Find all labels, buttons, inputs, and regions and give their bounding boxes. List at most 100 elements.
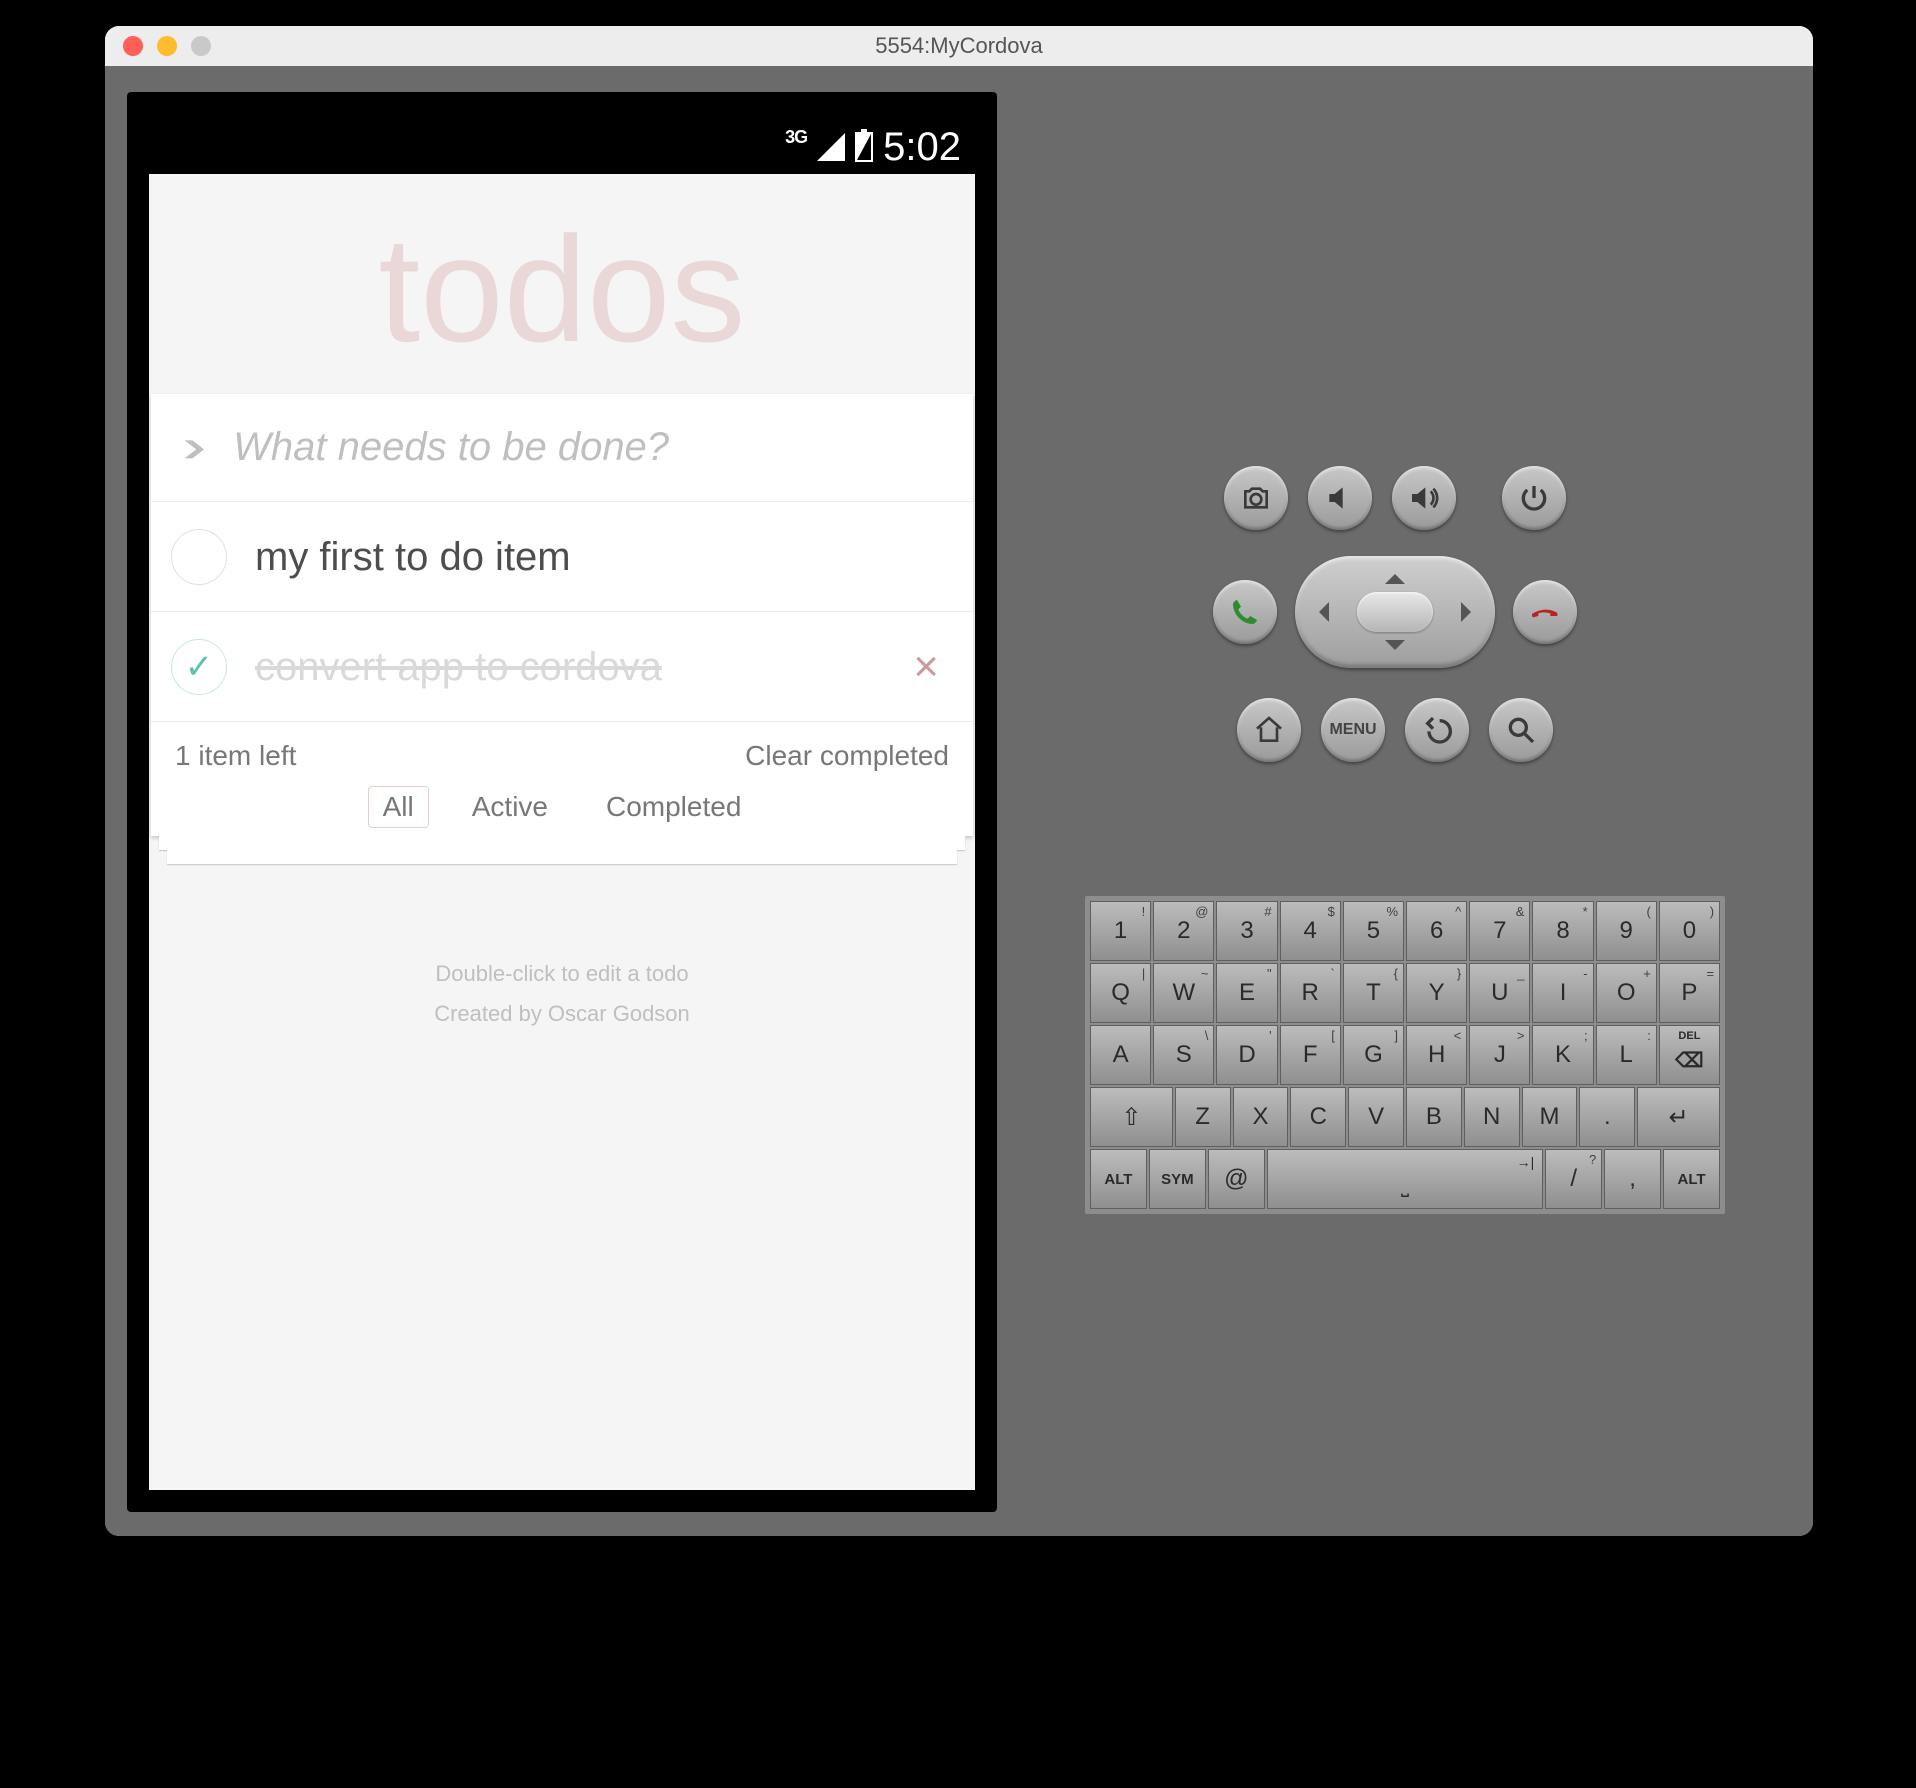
key-ALT[interactable]: ALT [1090,1149,1147,1209]
todos-app: todos ❯ What needs to be done? my first … [149,174,975,1490]
key-P[interactable]: P= [1659,963,1720,1023]
battery-icon [855,132,873,162]
key-2[interactable]: 2@ [1153,901,1214,961]
key-A[interactable]: A [1090,1025,1151,1085]
dpad-right[interactable] [1461,602,1481,622]
key-D[interactable]: D' [1216,1025,1277,1085]
dpad-center[interactable] [1357,592,1433,632]
key-M[interactable]: M [1522,1087,1578,1147]
key-Y[interactable]: Y} [1406,963,1467,1023]
key-7[interactable]: 7& [1469,901,1530,961]
android-status-bar: 3G 5:02 [149,120,975,174]
device-frame: 3G 5:02 todos ❯ What needs to be done? m… [127,92,997,1512]
dpad [1295,556,1495,668]
dpad-left[interactable] [1309,602,1329,622]
key-DEL[interactable]: DEL⌫ [1659,1025,1720,1085]
info-line-2: Created by Oscar Godson [149,994,975,1034]
key-4[interactable]: 4$ [1280,901,1341,961]
end-call-button[interactable] [1513,580,1577,644]
key-N[interactable]: N [1464,1087,1520,1147]
volume-up-button[interactable] [1392,466,1456,530]
key-F[interactable]: F[ [1280,1025,1341,1085]
key-C[interactable]: C [1290,1087,1346,1147]
todo-footer: 1 item left Clear completed All Active C… [151,722,973,836]
info-line-1: Double-click to edit a todo [149,954,975,994]
key-O[interactable]: O+ [1596,963,1657,1023]
todo-toggle[interactable]: ✓ [171,639,227,695]
network-indicator: 3G [785,127,807,148]
emulator-window: 5554:MyCordova 3G 5:02 todos ❯ What need… [105,26,1813,1536]
key-U[interactable]: U_ [1469,963,1530,1023]
key-/[interactable]: /? [1545,1149,1602,1209]
volume-down-button[interactable] [1308,466,1372,530]
delete-todo-button[interactable]: × [899,645,953,689]
signal-icon [817,133,845,161]
hardware-controls: MENU [1135,466,1655,788]
key-⇧[interactable]: ⇧ [1090,1087,1173,1147]
home-button[interactable] [1237,698,1301,762]
key-ALT[interactable]: ALT [1663,1149,1720,1209]
key-6[interactable]: 6^ [1406,901,1467,961]
back-button[interactable] [1405,698,1469,762]
emulator-body: 3G 5:02 todos ❯ What needs to be done? m… [105,66,1813,1536]
key-R[interactable]: R` [1280,963,1341,1023]
status-clock: 5:02 [883,125,961,170]
key-T[interactable]: T{ [1343,963,1404,1023]
dpad-up[interactable] [1385,564,1405,584]
key-@[interactable]: @ [1208,1149,1265,1209]
card-stack-decoration [167,850,957,864]
key-W[interactable]: W~ [1153,963,1214,1023]
key-X[interactable]: X [1233,1087,1289,1147]
items-left-count: 1 item left [175,740,745,772]
key-E[interactable]: E" [1216,963,1277,1023]
key-H[interactable]: H< [1406,1025,1467,1085]
new-todo-row: ❯ What needs to be done? [151,394,973,502]
todo-toggle[interactable] [171,529,227,585]
key-Q[interactable]: Q| [1090,963,1151,1023]
filter-completed[interactable]: Completed [591,786,756,828]
todo-item: my first to do item [151,502,973,612]
key-J[interactable]: J> [1469,1025,1530,1085]
key-.[interactable]: . [1579,1087,1635,1147]
key-I[interactable]: I- [1532,963,1593,1023]
key-0[interactable]: 0) [1659,901,1720,961]
key-space[interactable]: →|⎵ [1267,1149,1544,1209]
key-9[interactable]: 9( [1596,901,1657,961]
filter-all[interactable]: All [368,786,429,828]
hardware-keyboard: 1!2@3#4$5%6^7&8*9(0) Q|W~E"R`T{Y}U_I-O+P=… [1085,896,1725,1214]
key-↵[interactable]: ↵ [1637,1087,1720,1147]
app-info: Double-click to edit a todo Created by O… [149,954,975,1033]
power-button[interactable] [1502,466,1566,530]
search-button[interactable] [1489,698,1553,762]
dpad-down[interactable] [1385,640,1405,660]
todo-card: ❯ What needs to be done? my first to do … [151,394,973,836]
clear-completed-button[interactable]: Clear completed [745,740,949,772]
filter-active[interactable]: Active [457,786,563,828]
key-Z[interactable]: Z [1175,1087,1231,1147]
filter-bar: All Active Completed [175,786,949,828]
camera-button[interactable] [1224,466,1288,530]
key-G[interactable]: G] [1343,1025,1404,1085]
key-B[interactable]: B [1406,1087,1462,1147]
todo-label[interactable]: my first to do item [255,532,953,582]
key-,[interactable]: , [1604,1149,1661,1209]
key-K[interactable]: K; [1532,1025,1593,1085]
todo-label[interactable]: convert app to cordova [255,642,899,692]
key-S[interactable]: S\ [1153,1025,1214,1085]
window-title: 5554:MyCordova [105,33,1813,59]
card-stack-decoration [159,836,965,850]
key-5[interactable]: 5% [1343,901,1404,961]
todo-item: ✓ convert app to cordova× [151,612,973,722]
key-1[interactable]: 1! [1090,901,1151,961]
key-8[interactable]: 8* [1532,901,1593,961]
menu-button[interactable]: MENU [1321,698,1385,762]
key-SYM[interactable]: SYM [1149,1149,1206,1209]
key-L[interactable]: L: [1596,1025,1657,1085]
key-V[interactable]: V [1348,1087,1404,1147]
new-todo-input[interactable]: What needs to be done? [233,425,945,470]
call-button[interactable] [1213,580,1277,644]
key-3[interactable]: 3# [1216,901,1277,961]
app-title: todos [149,214,975,364]
toggle-all-icon[interactable]: ❯ [179,437,209,458]
window-titlebar: 5554:MyCordova [105,26,1813,66]
